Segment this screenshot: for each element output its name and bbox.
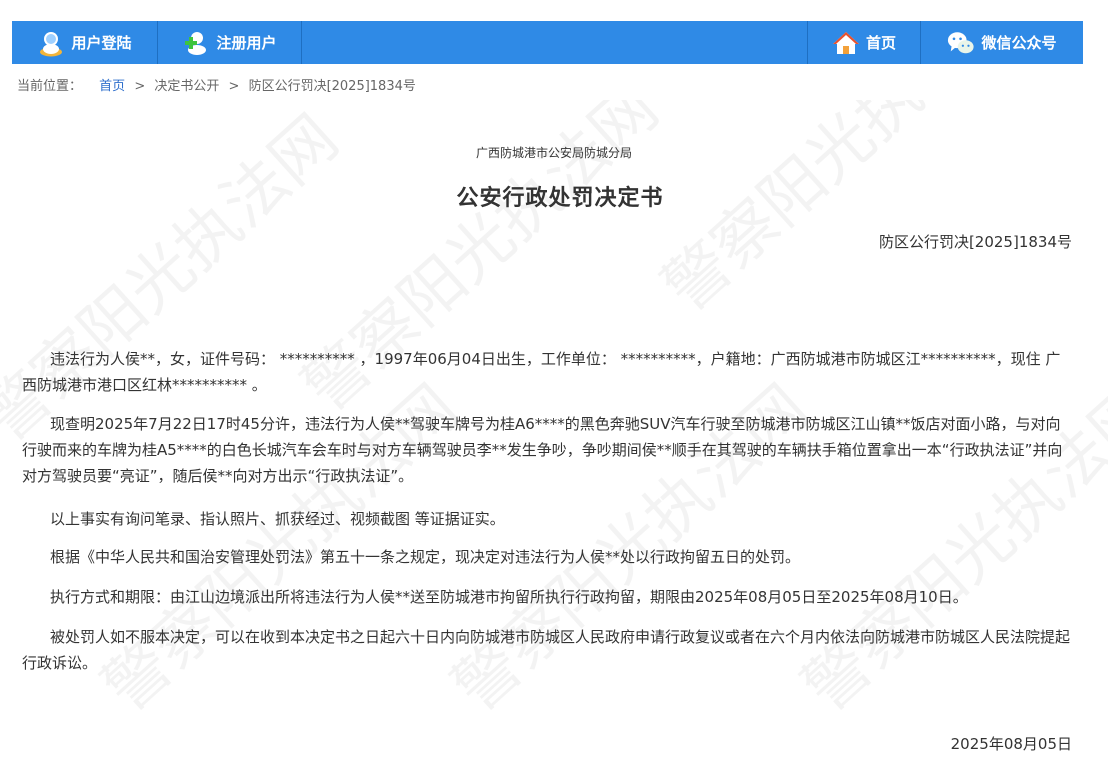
breadcrumb-label: 当前位置： (17, 79, 83, 94)
login-button[interactable]: 用户登陆 (12, 21, 157, 64)
paragraph-offender-info: 违法行为人侯**，女，证件号码： ********** ，1997年06月04日… (22, 350, 1061, 394)
document-date: 2025年08月05日 (950, 735, 1072, 753)
register-label: 注册用户 (216, 34, 277, 52)
breadcrumb: 当前位置： 首页 > 决定书公开 > 防区公行罚决[2025]1834号 (17, 75, 416, 94)
paragraph-appeal-rights: 被处罚人如不服本决定，可以在收到本决定书之日起六十日内向防城港市防城区人民政府申… (22, 628, 1071, 672)
breadcrumb-home-link[interactable]: 首页 (99, 79, 125, 94)
add-user-icon (182, 29, 210, 57)
login-label: 用户登陆 (71, 34, 132, 52)
top-nav-bar: 用户登陆 注册用户 首页 微信公众号 (12, 21, 1083, 64)
breadcrumb-current-page: 防区公行罚决[2025]1834号 (248, 79, 416, 94)
breadcrumb-separator: > (134, 79, 146, 94)
register-button[interactable]: 注册用户 (158, 21, 301, 64)
home-icon (832, 29, 860, 57)
issuing-authority: 广西防城港市公安局防城分局 (475, 146, 632, 160)
paragraph-execution: 执行方式和期限：由江山边境派出所将违法行为人侯**送至防城港市拘留所执行行政拘留… (50, 588, 968, 606)
watermark-text: 警察阳光执法网 (640, 100, 1034, 328)
home-label: 首页 (865, 34, 896, 52)
user-icon (37, 29, 65, 57)
home-button[interactable]: 首页 (808, 21, 920, 64)
wechat-account-button[interactable]: 微信公众号 (921, 21, 1083, 64)
breadcrumb-separator: > (228, 79, 240, 94)
wechat-icon (947, 29, 975, 57)
document-title: 公安行政处罚决定书 (456, 186, 664, 211)
paragraph-evidence: 以上事实有询问笔录、指认照片、抓获经过、视频截图 等证据证实。 (50, 510, 505, 528)
breadcrumb-decisions-link[interactable]: 决定书公开 (154, 79, 219, 94)
paragraph-facts: 现查明2025年7月22日17时45分许，违法行为人侯**驾驶车牌号为桂A6**… (22, 415, 1063, 485)
wechat-label: 微信公众号 (981, 34, 1057, 52)
document-number: 防区公行罚决[2025]1834号 (878, 233, 1072, 251)
paragraph-legal-basis: 根据《中华人民共和国治安管理处罚法》第五十一条之规定，现决定对违法行为人侯**处… (50, 548, 801, 566)
